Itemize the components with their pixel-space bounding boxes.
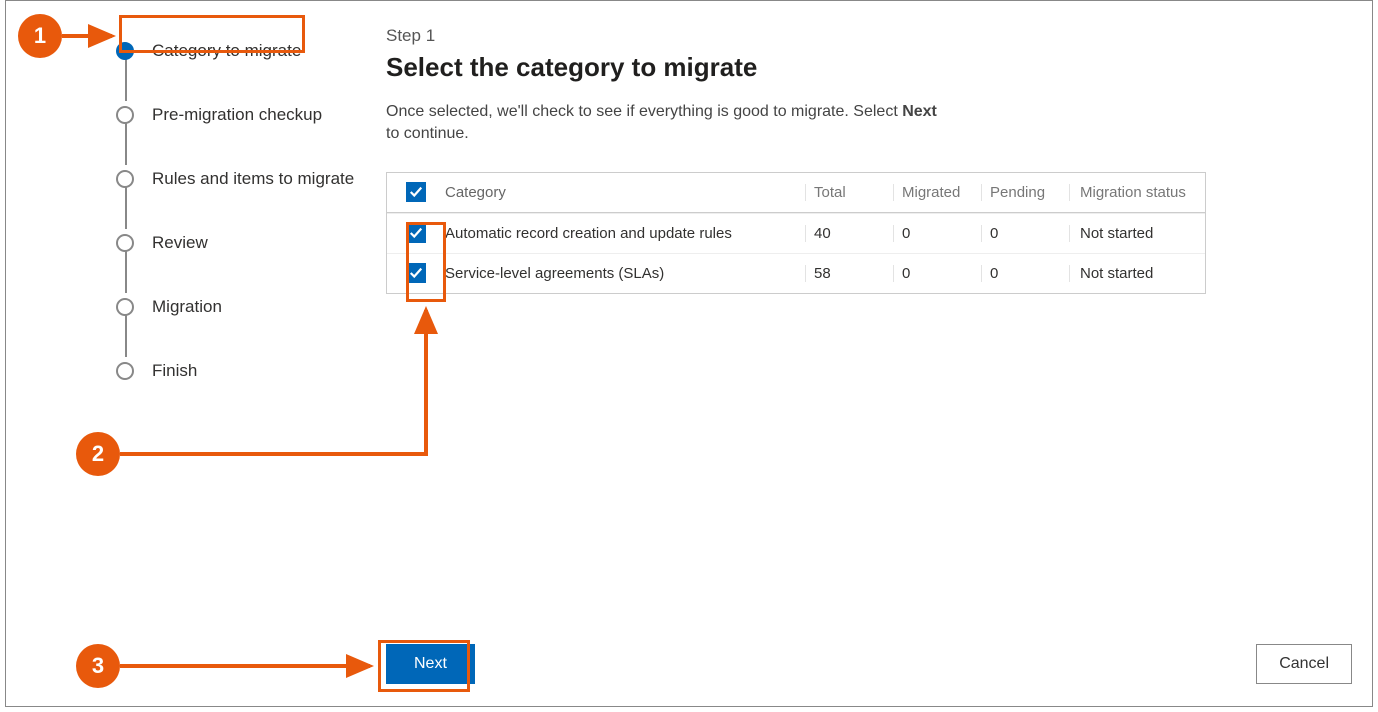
cell-category: Automatic record creation and update rul… [445, 225, 805, 242]
step-label: Review [152, 233, 208, 253]
sidebar-item-category-to-migrate[interactable]: Category to migrate [116, 19, 376, 83]
col-total: Total [805, 184, 893, 201]
col-status: Migration status [1069, 184, 1205, 201]
next-button[interactable]: Next [386, 644, 475, 684]
cell-category: Service-level agreements (SLAs) [445, 265, 805, 282]
desc-text: Once selected, we'll check to see if eve… [386, 103, 902, 120]
sidebar-item-review[interactable]: Review [116, 211, 376, 275]
sidebar-item-pre-migration-checkup[interactable]: Pre-migration checkup [116, 83, 376, 147]
wizard-sidebar: Category to migrate Pre-migration checku… [116, 19, 376, 403]
annotation-circle-1: 1 [18, 14, 62, 58]
sidebar-item-finish[interactable]: Finish [116, 339, 376, 403]
sidebar-item-rules-and-items[interactable]: Rules and items to migrate [116, 147, 376, 211]
step-connector-icon [125, 187, 127, 229]
col-migrated: Migrated [893, 184, 981, 201]
table-header: Category Total Migrated Pending Migratio… [387, 173, 1205, 213]
step-connector-icon [125, 251, 127, 293]
row-checkbox[interactable] [406, 263, 426, 283]
desc-bold: Next [902, 103, 937, 120]
page-title: Select the category to migrate [386, 52, 1352, 83]
step-connector-icon [125, 59, 127, 101]
table-row[interactable]: Service-level agreements (SLAs) 58 0 0 N… [387, 253, 1205, 293]
cell-pending: 0 [981, 265, 1069, 282]
step-label: Migration [152, 297, 222, 317]
step-label: Category to migrate [152, 41, 301, 61]
col-category[interactable]: Category [445, 184, 805, 201]
cancel-button[interactable]: Cancel [1256, 644, 1352, 684]
main-content: Step 1 Select the category to migrate On… [386, 26, 1352, 294]
col-pending: Pending [981, 184, 1069, 201]
cell-status: Not started [1069, 265, 1205, 282]
cell-total: 40 [805, 225, 893, 242]
cell-migrated: 0 [893, 225, 981, 242]
cell-pending: 0 [981, 225, 1069, 242]
table-row[interactable]: Automatic record creation and update rul… [387, 213, 1205, 253]
step-label: Rules and items to migrate [152, 169, 354, 189]
annotation-circle-3: 3 [76, 644, 120, 688]
page-description: Once selected, we'll check to see if eve… [386, 101, 946, 146]
step-dot-icon [116, 362, 134, 380]
step-number: Step 1 [386, 26, 1352, 46]
desc-text: to continue. [386, 125, 469, 142]
step-dot-icon [116, 106, 134, 124]
step-label: Pre-migration checkup [152, 105, 322, 125]
select-all-checkbox[interactable] [406, 182, 426, 202]
check-icon [409, 185, 423, 199]
app-window: Category to migrate Pre-migration checku… [5, 0, 1373, 707]
step-connector-icon [125, 315, 127, 357]
category-table: Category Total Migrated Pending Migratio… [386, 172, 1206, 294]
annotation-circle-2: 2 [76, 432, 120, 476]
step-dot-icon [116, 234, 134, 252]
sidebar-item-migration[interactable]: Migration [116, 275, 376, 339]
check-icon [409, 266, 423, 280]
cell-migrated: 0 [893, 265, 981, 282]
step-connector-icon [125, 123, 127, 165]
step-dot-icon [116, 42, 134, 60]
step-label: Finish [152, 361, 197, 381]
cell-status: Not started [1069, 225, 1205, 242]
cell-total: 58 [805, 265, 893, 282]
step-dot-icon [116, 170, 134, 188]
check-icon [409, 226, 423, 240]
footer: Next Cancel [386, 644, 1352, 684]
row-checkbox[interactable] [406, 223, 426, 243]
step-dot-icon [116, 298, 134, 316]
